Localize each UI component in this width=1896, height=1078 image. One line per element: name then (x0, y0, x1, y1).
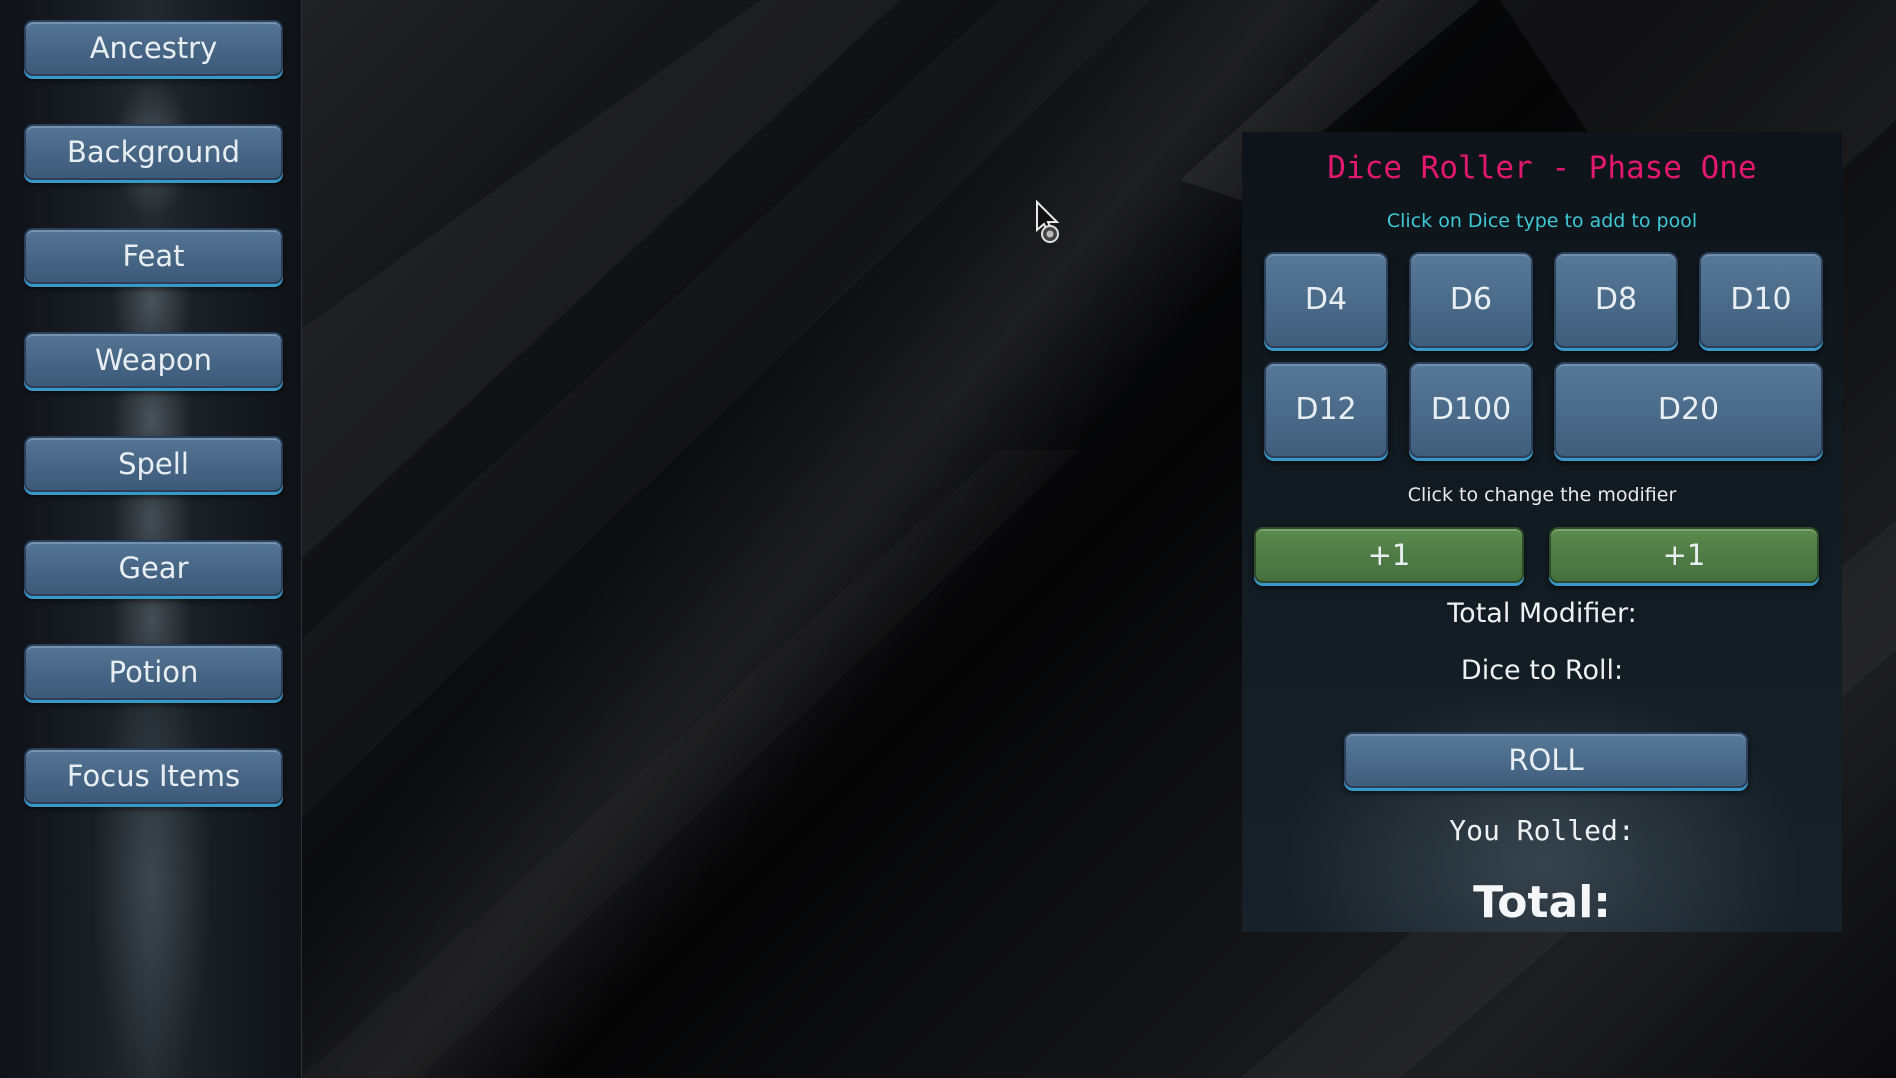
dice-hint: Click on Dice type to add to pool (1386, 210, 1698, 232)
total-label: Total: (1473, 877, 1611, 928)
die-button-d100[interactable]: D100 (1409, 362, 1533, 458)
sidebar-item-gear[interactable]: Gear (24, 540, 283, 596)
sidebar-item-spell[interactable]: Spell (24, 436, 283, 492)
sidebar-item-weapon[interactable]: Weapon (24, 332, 283, 388)
you-rolled-label: You Rolled: (1449, 814, 1635, 847)
die-button-d10[interactable]: D10 (1699, 252, 1823, 348)
sidebar-item-background[interactable]: Background (24, 124, 283, 180)
total-modifier-label: Total Modifier: (1447, 598, 1637, 629)
dice-to-roll-label: Dice to Roll: (1460, 655, 1624, 686)
busy-arrow-cursor-icon (1036, 200, 1060, 243)
sidebar-item-potion[interactable]: Potion (24, 644, 283, 700)
die-button-d20[interactable]: D20 (1554, 362, 1823, 458)
die-button-d6[interactable]: D6 (1409, 252, 1533, 348)
dice-roller-panel: Dice Roller - Phase One Click on Dice ty… (1242, 132, 1842, 932)
modifier-button-right[interactable]: +1 (1549, 527, 1819, 583)
die-button-d12[interactable]: D12 (1264, 362, 1388, 458)
sidebar: Ancestry Background Feat Weapon Spell Ge… (0, 0, 302, 1078)
modifier-button-left[interactable]: +1 (1254, 527, 1524, 583)
die-button-d8[interactable]: D8 (1554, 252, 1678, 348)
sidebar-item-feat[interactable]: Feat (24, 228, 283, 284)
sidebar-item-ancestry[interactable]: Ancestry (24, 20, 283, 76)
die-button-d4[interactable]: D4 (1264, 252, 1388, 348)
modifier-hint: Click to change the modifier (1407, 484, 1677, 506)
sidebar-item-focus-items[interactable]: Focus Items (24, 748, 283, 804)
roll-button[interactable]: ROLL (1344, 732, 1748, 788)
panel-title: Dice Roller - Phase One (1327, 150, 1757, 186)
